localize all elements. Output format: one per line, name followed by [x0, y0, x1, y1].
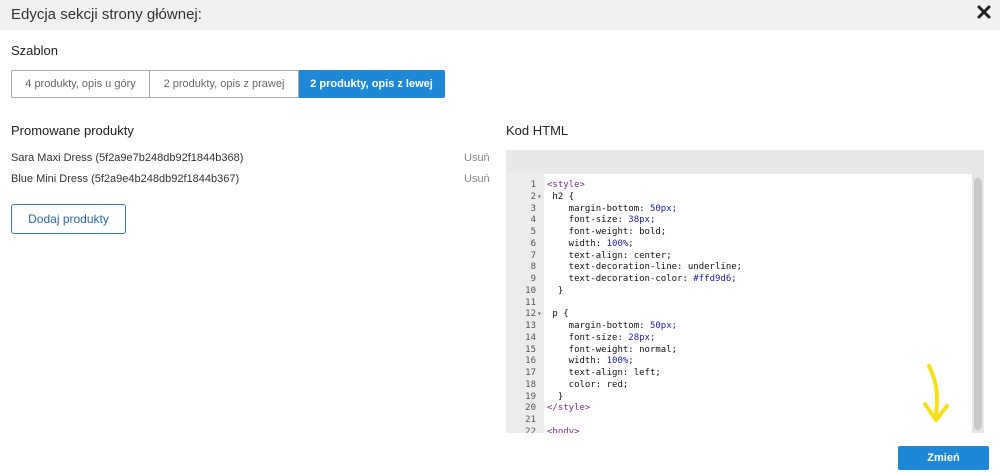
code-text: color: red;: [547, 379, 629, 390]
code-line: 17 text-align: left;: [506, 367, 972, 379]
code-text: </style>: [547, 403, 591, 414]
line-number: 21: [525, 415, 536, 425]
code-text: text-align: center;: [547, 250, 672, 261]
line-number: 13: [525, 321, 536, 331]
line-number: 4: [530, 215, 536, 226]
line-number: 11: [525, 297, 536, 308]
code-text: text-align: left;: [547, 368, 661, 378]
editor-toolbar: [506, 150, 984, 174]
code-text: margin-bottom: 50px;: [547, 321, 678, 331]
code-line: 1 <style>: [506, 179, 972, 191]
code-text: font-size: 28px;: [547, 332, 656, 343]
line-number: 22: [525, 426, 536, 433]
code-line: 19 }: [506, 391, 972, 403]
code-text: text-decoration-color: #ffd9d6;: [547, 274, 737, 284]
code-line: 21: [506, 414, 972, 426]
line-number: 10: [525, 285, 536, 296]
code-line: 2 ▾ h2 {: [506, 191, 972, 203]
line-number: 8: [530, 262, 536, 273]
promoted-products-label: Promowane produkty: [11, 123, 134, 138]
code-line: 13 margin-bottom: 50px;: [506, 320, 972, 332]
annotation-arrow-icon: [923, 364, 949, 422]
tab-2-products-left[interactable]: 2 produkty, opis z lewej: [299, 70, 445, 98]
line-number: 9: [530, 274, 536, 284]
dialog-header: Edycja sekcji strony głównej:: [0, 0, 1000, 30]
code-line: 4 font-size: 38px;: [506, 214, 972, 226]
line-number: 16: [525, 356, 536, 367]
code-text: text-decoration-line: underline;: [547, 262, 743, 273]
product-name: Blue Mini Dress (5f2a9e4b248db92f1844b36…: [11, 173, 240, 185]
code-line: 7 text-align: center;: [506, 250, 972, 262]
line-number: 19: [525, 391, 536, 402]
code-text: <body>: [547, 426, 580, 433]
line-number: 17: [525, 368, 536, 378]
code-text: width: 100%;: [547, 238, 634, 249]
code-line: 9 text-decoration-color: #ffd9d6;: [506, 273, 972, 285]
line-number: 5: [530, 227, 536, 237]
remove-product-link[interactable]: Usuń: [464, 173, 490, 185]
line-number: 6: [530, 238, 536, 249]
code-line: 12 ▾ p {: [506, 308, 972, 320]
editor-scrollbar-thumb[interactable]: [974, 178, 982, 430]
code-line: 22 <body>: [506, 426, 972, 433]
template-label: Szablon: [11, 43, 58, 58]
code-text: p {: [547, 309, 569, 320]
code-line: 10 }: [506, 285, 972, 297]
remove-product-link[interactable]: Usuń: [464, 152, 490, 164]
code-text: }: [547, 391, 564, 402]
code-line: 11: [506, 297, 972, 309]
add-products-button[interactable]: Dodaj produkty: [11, 204, 126, 234]
line-number: 1: [530, 180, 536, 190]
line-number: 14: [525, 332, 536, 343]
code-text: font-size: 38px;: [547, 215, 656, 226]
code-line: 6 width: 100%;: [506, 238, 972, 250]
line-number: 15: [525, 344, 536, 355]
code-text: font-weight: bold;: [547, 227, 667, 237]
html-code-editor[interactable]: 1 <style> 2 ▾ h2 {3 margin-bottom: 50px; 4 f…: [506, 174, 972, 433]
line-number: 2: [530, 191, 536, 202]
code-line: 5 font-weight: bold;: [506, 226, 972, 238]
fold-toggle-icon[interactable]: ▾: [537, 191, 542, 203]
template-tabs: 4 produkty, opis u góry 2 produkty, opis…: [11, 70, 445, 98]
code-line: 20 </style>: [506, 402, 972, 414]
code-text: margin-bottom: 50px;: [547, 203, 678, 214]
line-number: 20: [525, 403, 536, 414]
html-code-label: Kod HTML: [506, 123, 569, 138]
code-text: <style>: [547, 180, 585, 190]
code-line: 16 width: 100%;: [506, 355, 972, 367]
code-text: font-weight: normal;: [547, 344, 678, 355]
apply-button[interactable]: Zmień: [898, 446, 989, 470]
tab-4-products-top[interactable]: 4 produkty, opis u góry: [11, 70, 150, 98]
code-text: width: 100%;: [547, 356, 634, 367]
line-number: 3: [530, 203, 536, 214]
code-line: 8 text-decoration-line: underline;: [506, 261, 972, 273]
code-line: 14 font-size: 28px;: [506, 332, 972, 344]
code-line: 3 margin-bottom: 50px;: [506, 203, 972, 215]
line-number: 18: [525, 379, 536, 390]
product-name: Sara Maxi Dress (5f2a9e7b248db92f1844b36…: [11, 152, 244, 164]
code-text: }: [547, 285, 564, 296]
code-line: 18 color: red;: [506, 379, 972, 391]
code-line: 15 font-weight: normal;: [506, 344, 972, 356]
line-number: 12: [525, 309, 536, 320]
tab-2-products-right[interactable]: 2 produkty, opis z prawej: [150, 70, 299, 98]
close-icon[interactable]: [976, 4, 992, 20]
fold-toggle-icon[interactable]: ▾: [537, 308, 542, 320]
line-number: 7: [530, 250, 536, 261]
dialog-title: Edycja sekcji strony głównej:: [11, 6, 202, 23]
code-text: h2 {: [547, 191, 575, 202]
